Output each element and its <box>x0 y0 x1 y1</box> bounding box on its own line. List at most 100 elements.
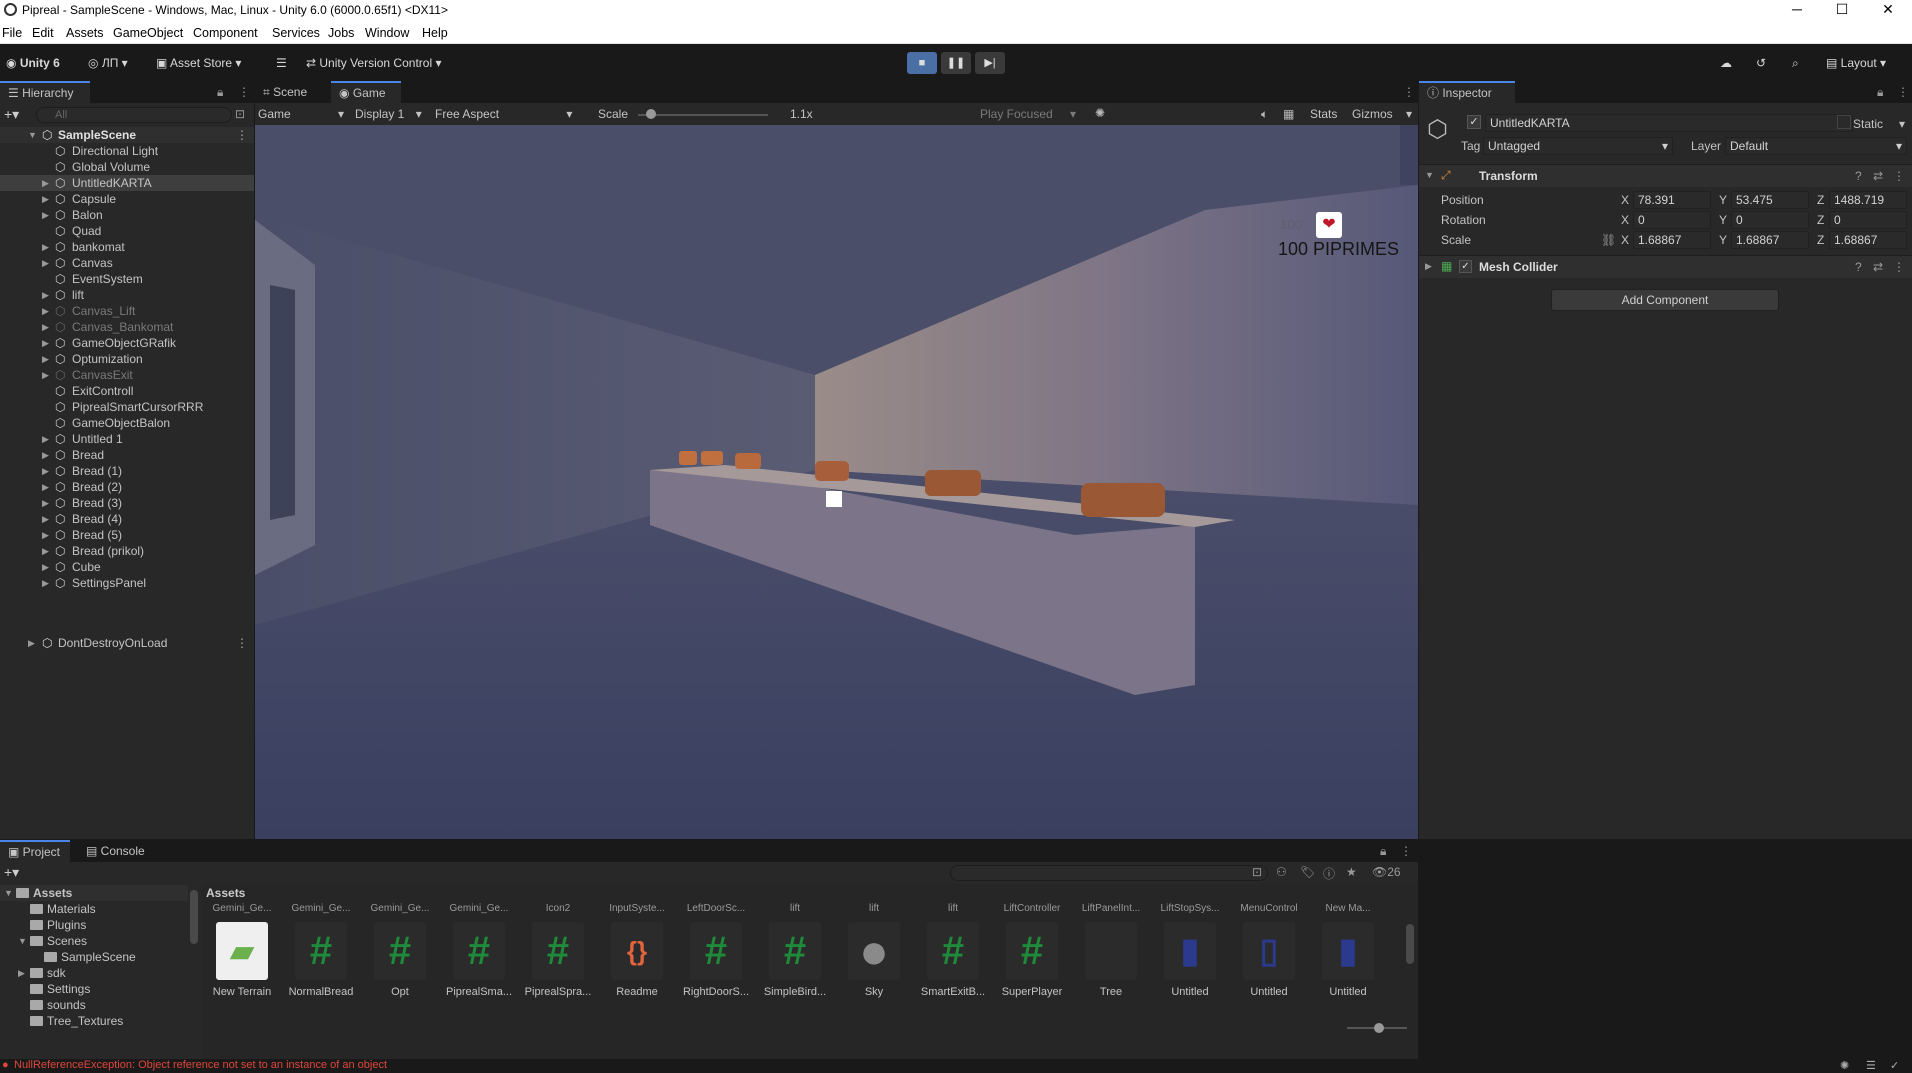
hierarchy-item[interactable]: ▶ ⬡ Bread (2) <box>0 479 254 495</box>
asset-item[interactable]: # PiprealSpra... <box>522 922 594 998</box>
filter-label-icon[interactable]: 🏷︎ <box>1300 865 1315 879</box>
asset-item[interactable]: # PiprealSma... <box>443 922 515 998</box>
scene-row[interactable]: ▼ ⬡ SampleScene ⋮ <box>0 127 254 143</box>
expand-arrow-icon[interactable]: ▶ <box>42 527 49 543</box>
search-icon[interactable]: ⌕ <box>1792 56 1799 71</box>
object-name-field[interactable]: UntitledKARTA <box>1485 114 1853 132</box>
asset-label[interactable]: LeftDoorSc... <box>680 903 752 914</box>
grid-scrollbar[interactable] <box>1406 924 1414 964</box>
hierarchy-item[interactable]: ▶ ⬡ Bread (1) <box>0 463 254 479</box>
asset-label[interactable]: Icon2 <box>522 903 594 914</box>
axis-x-label[interactable]: X <box>1621 233 1629 247</box>
shortcuts-icon[interactable]: ▦ <box>1283 107 1294 121</box>
asset-label[interactable]: InputSyste... <box>601 903 673 914</box>
view-scrollbar[interactable] <box>1400 125 1418 185</box>
hierarchy-item[interactable]: ▶ ⬡ Cube <box>0 559 254 575</box>
transform-scale-z-field[interactable]: 1.68867 <box>1829 231 1907 249</box>
asset-label[interactable]: Gemini_Ge... <box>206 903 278 914</box>
asset-item[interactable]: ▮ Untitled <box>1154 922 1226 998</box>
search-by-type-icon[interactable]: ⊡ <box>1252 865 1262 879</box>
transform-scale-x-field[interactable]: 1.68867 <box>1633 231 1711 249</box>
expand-arrow-icon[interactable]: ▶ <box>42 479 49 495</box>
display-dropdown[interactable]: Display 1 ▾ <box>355 107 422 121</box>
tab-game[interactable]: ◉ Game <box>331 81 401 103</box>
version-control-button[interactable]: ⇄ Unity Version Control ▾ <box>306 56 441 70</box>
asset-label[interactable]: LiftStopSys... <box>1154 903 1226 914</box>
expand-arrow-icon[interactable]: ▶ <box>42 511 49 527</box>
mesh-preset-icon[interactable]: ⇄ <box>1873 260 1883 274</box>
hierarchy-item[interactable]: ▶ ⬡ Bread <box>0 447 254 463</box>
project-folder[interactable]: Materials <box>0 901 188 917</box>
hierarchy-item[interactable]: ▶ ⬡ Bread (4) <box>0 511 254 527</box>
expand-arrow-icon[interactable]: ▶ <box>42 559 49 575</box>
project-more-icon[interactable]: ⋮ <box>1400 844 1412 858</box>
inspector-lock-icon[interactable]: 🔒︎ <box>1877 85 1883 100</box>
project-folder[interactable]: Tree_Textures <box>0 1013 188 1029</box>
asset-label[interactable]: Gemini_Ge... <box>364 903 436 914</box>
help-icon[interactable]: ? <box>1855 169 1862 183</box>
minimize-button[interactable]: ─ <box>1775 0 1819 20</box>
folder-arrow-icon[interactable]: ▼ <box>4 885 13 901</box>
asset-item[interactable]: ▰ New Terrain <box>206 922 278 998</box>
menu-edit[interactable]: Edit <box>32 26 54 40</box>
tab-console[interactable]: ▤ Console <box>78 840 158 862</box>
hierarchy-item[interactable]: ⬡ Directional Light <box>0 143 254 159</box>
menu-file[interactable]: File <box>2 26 22 40</box>
play-button[interactable]: ■ <box>907 52 937 74</box>
asset-item[interactable]: # SmartExitB... <box>917 922 989 998</box>
axis-z-label[interactable]: Z <box>1817 233 1824 247</box>
hierarchy-item[interactable]: ▶ ⬡ Capsule <box>0 191 254 207</box>
axis-x-label[interactable]: X <box>1621 193 1629 207</box>
tab-inspector[interactable]: ⓘ Inspector <box>1419 81 1515 103</box>
tab-hierarchy[interactable]: ☰ Hierarchy <box>0 81 90 103</box>
asset-item[interactable]: Tree <box>1075 922 1147 998</box>
expand-arrow-icon[interactable]: ▶ <box>42 575 49 591</box>
asset-label[interactable]: Gemini_Ge... <box>285 903 357 914</box>
expand-arrow-icon[interactable]: ▶ <box>42 367 49 383</box>
hierarchy-item[interactable]: ⬡ EventSystem <box>0 271 254 287</box>
asset-label[interactable]: lift <box>759 903 831 914</box>
transform-scale-y-field[interactable]: 1.68867 <box>1731 231 1809 249</box>
static-checkbox[interactable] <box>1837 115 1851 129</box>
expand-arrow-icon[interactable]: ▶ <box>42 191 49 207</box>
add-component-button[interactable]: Add Component <box>1551 289 1779 311</box>
layer-dropdown[interactable]: Default ▾ <box>1725 137 1907 155</box>
hierarchy-item[interactable]: ▶ ⬡ SettingsPanel <box>0 575 254 591</box>
expand-arrow-icon[interactable]: ▶ <box>42 319 49 335</box>
unity-version-button[interactable]: ◉ Unity 6 <box>6 56 60 70</box>
menu-services[interactable]: Services <box>272 26 320 40</box>
asset-item[interactable]: # SimpleBird... <box>759 922 831 998</box>
expand-arrow-icon[interactable]: ▶ <box>42 495 49 511</box>
project-folder[interactable]: ▼ Assets <box>0 885 188 901</box>
asset-label[interactable]: LiftPanelInt... <box>1075 903 1147 914</box>
expand-arrow-icon[interactable]: ▶ <box>42 447 49 463</box>
asset-item[interactable]: ▮ Untitled <box>1312 922 1384 998</box>
cloud-icon[interactable]: ☁ <box>1720 56 1732 70</box>
hierarchy-item[interactable]: ▶ ⬡ lift <box>0 287 254 303</box>
project-folder[interactable]: SampleScene <box>0 949 188 965</box>
icon-size-slider-handle[interactable] <box>1374 1023 1384 1033</box>
asset-store-button[interactable]: ▣ Asset Store ▾ <box>156 56 241 70</box>
tab-scene[interactable]: ⌗ Scene <box>255 81 327 103</box>
folder-arrow-icon[interactable]: ▼ <box>18 933 27 949</box>
project-folder[interactable]: Plugins <box>0 917 188 933</box>
hierarchy-item[interactable]: ▶ ⬡ Canvas_Bankomat <box>0 319 254 335</box>
view-more-icon[interactable]: ⋮ <box>1403 85 1415 99</box>
close-button[interactable]: ✕ <box>1866 0 1910 20</box>
dontdestroy-row[interactable]: ▶ ⬡ DontDestroyOnLoad ⋮ <box>0 635 254 651</box>
expand-arrow-icon[interactable]: ▶ <box>42 543 49 559</box>
bug-icon[interactable]: ✺ <box>1095 106 1105 120</box>
scale-slider-handle[interactable] <box>646 109 656 119</box>
stats-button[interactable]: Stats <box>1310 107 1337 121</box>
transform-position-z-field[interactable]: 1488.719 <box>1829 191 1907 209</box>
tab-project[interactable]: ▣ Project <box>0 840 70 862</box>
expand-arrow-icon[interactable]: ▶ <box>42 351 49 367</box>
asset-item[interactable]: # NormalBread <box>285 922 357 998</box>
asset-item[interactable]: # Opt <box>364 922 436 998</box>
mesh-more-icon[interactable]: ⋮ <box>1893 260 1905 274</box>
hierarchy-item[interactable]: ▶ ⬡ GameObjectGRafik <box>0 335 254 351</box>
hierarchy-item[interactable]: ⬡ Quad <box>0 223 254 239</box>
hierarchy-item[interactable]: ⬡ Global Volume <box>0 159 254 175</box>
asset-label[interactable]: lift <box>838 903 910 914</box>
mesh-collider-checkbox[interactable]: ✓ <box>1459 260 1472 273</box>
